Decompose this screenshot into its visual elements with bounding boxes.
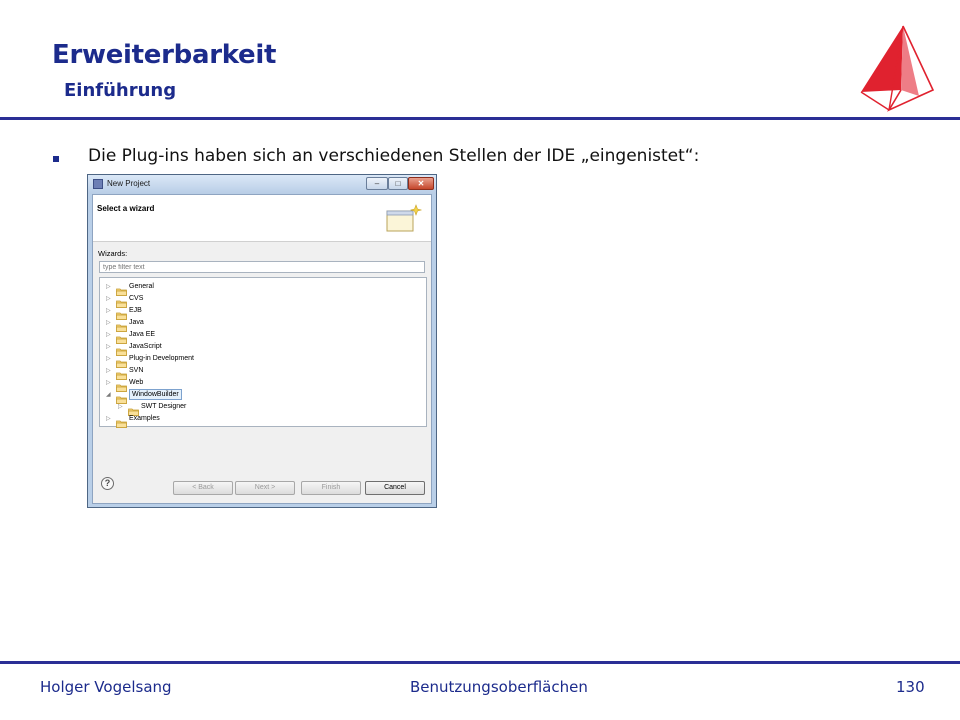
expand-right-icon[interactable]: ▷ (106, 367, 111, 375)
tree-item[interactable]: ▷ CVS (100, 293, 426, 308)
tree-item[interactable]: ▷ General (100, 281, 426, 296)
next-button[interactable]: Next > (235, 481, 295, 495)
folder-icon (116, 343, 127, 356)
folder-icon (116, 367, 127, 380)
folder-icon (116, 379, 127, 392)
tree-item-label: SVN (129, 367, 144, 374)
folder-icon (116, 355, 127, 368)
wizard-tree[interactable]: ▷ General ▷ CVS ▷ EJB ▷ Java ▷ Java EE ▷ JavaScript… (99, 277, 427, 428)
tree-item-label: WindowBuilder (129, 389, 182, 400)
expand-right-icon[interactable]: ▷ (106, 379, 111, 387)
tree-item-label: SWT Designer (141, 403, 187, 410)
tree-item[interactable]: ▷ SWT Designer (100, 401, 426, 416)
tree-item-label: Plug-in Development (129, 355, 194, 362)
tree-item-label: General (129, 283, 154, 290)
dialog-title: New Project (107, 179, 151, 188)
expand-right-icon[interactable]: ▷ (106, 319, 111, 327)
expand-right-icon[interactable]: ▷ (106, 355, 111, 363)
bullet-text: Die Plug-ins haben sich an verschiedenen… (88, 146, 700, 166)
tree-item[interactable]: ▷ EJB (100, 305, 426, 320)
tree-item-label: CVS (129, 295, 144, 302)
tree-item-label: Java (129, 319, 144, 326)
sail-logo-icon (860, 25, 935, 112)
folder-icon (128, 403, 139, 416)
wizard-banner-icon (386, 204, 422, 232)
tree-item[interactable]: ▷ Java (100, 317, 426, 332)
back-button[interactable]: < Back (173, 481, 233, 495)
tree-item[interactable]: ▷ SVN (100, 365, 426, 380)
bullet-icon (53, 156, 59, 162)
header-divider (0, 117, 960, 120)
tree-item-label: Examples (129, 415, 160, 422)
footer-author: Holger Vogelsang (40, 678, 172, 696)
tree-item[interactable]: ▷ Web (100, 377, 426, 392)
expand-down-icon[interactable]: ◢ (106, 391, 111, 399)
wizards-label: Wizards: (98, 249, 128, 258)
cancel-button[interactable]: Cancel (365, 481, 425, 495)
slide-title: Erweiterbarkeit (52, 40, 277, 70)
expand-right-icon[interactable]: ▷ (106, 307, 111, 315)
tree-item[interactable]: ▷ Examples (100, 413, 426, 428)
banner-title: Select a wizard (97, 204, 155, 213)
dialog-client-area: Select a wizard Wizards: ▷ General ▷ CVS ▷ EJ… (92, 194, 432, 504)
tree-item[interactable]: ▷ Plug-in Development (100, 353, 426, 368)
expand-right-icon[interactable]: ▷ (118, 403, 123, 411)
wizard-banner: Select a wizard (93, 195, 431, 242)
help-icon[interactable]: ? (101, 477, 114, 490)
expand-right-icon[interactable]: ▷ (106, 295, 111, 303)
tree-item-label: Web (129, 379, 144, 386)
expand-right-icon[interactable]: ▷ (106, 283, 111, 291)
tree-item-label: EJB (129, 307, 142, 314)
dialog-titlebar[interactable]: New Project – □ ✕ (88, 175, 436, 194)
folder-icon (116, 307, 127, 320)
folder-icon (116, 331, 127, 344)
app-icon (93, 179, 103, 189)
folder-icon (116, 391, 127, 404)
new-project-dialog: New Project – □ ✕ Select a wizard Wizard… (87, 174, 437, 508)
folder-icon (116, 295, 127, 308)
expand-right-icon[interactable]: ▷ (106, 343, 111, 351)
maximize-button[interactable]: □ (388, 177, 408, 190)
minimize-button[interactable]: – (366, 177, 388, 190)
tree-item[interactable]: ▷ Java EE (100, 329, 426, 344)
tree-item-label: JavaScript (129, 343, 162, 350)
footer-page-number: 130 (896, 678, 925, 696)
close-button[interactable]: ✕ (408, 177, 434, 190)
finish-button[interactable]: Finish (301, 481, 361, 495)
slide-subtitle: Einführung (64, 80, 177, 101)
footer-course: Benutzungsoberflächen (410, 678, 588, 696)
tree-item[interactable]: ▷ JavaScript (100, 341, 426, 356)
expand-right-icon[interactable]: ▷ (106, 331, 111, 339)
tree-item[interactable]: ◢ WindowBuilder (100, 389, 426, 404)
tree-item-label: Java EE (129, 331, 156, 338)
footer-divider (0, 661, 960, 664)
folder-icon (116, 319, 127, 332)
filter-input[interactable] (99, 261, 425, 273)
expand-right-icon[interactable]: ▷ (106, 415, 111, 423)
folder-icon (116, 415, 127, 428)
folder-icon (116, 283, 127, 296)
